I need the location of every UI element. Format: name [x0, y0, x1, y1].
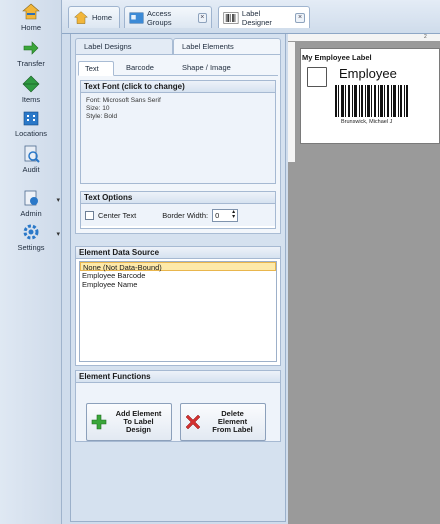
label-name-element[interactable]: Brunswick, Michael J [341, 119, 392, 125]
tab-home[interactable]: Home [68, 6, 120, 28]
text-options-title: Text Options [81, 192, 275, 204]
list-item[interactable]: Employee Name [80, 280, 276, 289]
tab-label-designer[interactable]: Label Designer × [218, 6, 310, 28]
label-canvas[interactable]: My Employee Label Employee Brunswick, Mi… [300, 48, 440, 144]
document-tab-strip: Home Access Groups × Label Designer × [62, 0, 440, 34]
data-source-list[interactable]: None (Not Data-Bound) Employee Barcode E… [79, 261, 277, 362]
tab-access-groups-label: Access Groups [146, 8, 172, 27]
label-shape-element[interactable] [307, 67, 327, 87]
nav-transfer-label: Transfer [17, 59, 45, 68]
tab-label-designs[interactable]: Label Designs [75, 38, 173, 54]
border-width-spinner[interactable]: 0 ▴ ▾ [212, 208, 239, 222]
nav-admin-label: Admin [20, 209, 42, 218]
access-groups-icon [129, 12, 144, 23]
inner-tab-strip: Text Barcode Shape / Image [78, 61, 278, 76]
admin-icon [24, 190, 38, 206]
font-name: Font: Microsoft Sans Serif [86, 97, 161, 104]
add-element-button[interactable]: Add Element To Label Design [86, 403, 172, 441]
list-item[interactable]: Employee Barcode [80, 271, 276, 280]
nav-home[interactable]: Home [0, 2, 62, 32]
tab-label-elements[interactable]: Label Elements [173, 38, 281, 54]
data-source-group: Element Data Source None (Not Data-Bound… [75, 246, 281, 366]
text-font-group[interactable]: Text Font (click to change) Font: Micros… [80, 80, 276, 184]
tab-shape-image[interactable]: Shape / Image [176, 61, 246, 76]
nav-settings[interactable]: ▾ Settings [0, 222, 62, 252]
nav-audit-label: Audit [22, 165, 40, 174]
font-size: Size: 10 [86, 105, 110, 112]
vertical-ruler [288, 42, 296, 162]
data-source-title: Element Data Source [76, 247, 280, 259]
nav-settings-label: Settings [17, 243, 45, 252]
text-options-row: Center Text Border Width: 0 ▴ ▾ [81, 204, 275, 226]
add-element-label: Add Element To Label Design [115, 409, 162, 434]
settings-dropdown-icon[interactable]: ▾ [56, 230, 60, 238]
delete-element-label: Delete Element From Label [212, 409, 253, 434]
text-options-group: Text Options Center Text Border Width: 0… [80, 191, 276, 229]
label-title: My Employee Label [302, 53, 372, 62]
tab-home-label: Home [92, 13, 113, 22]
admin-dropdown-icon[interactable]: ▾ [56, 196, 60, 204]
label-preview-area: 2 My Employee Label Employee Brunswick, … [288, 34, 440, 524]
delete-element-button[interactable]: Delete Element From Label [180, 403, 266, 441]
nav-home-label: Home [20, 23, 41, 32]
nav-locations[interactable]: Locations [0, 108, 62, 138]
outer-tab-strip: Label Designs Label Elements [75, 38, 281, 54]
element-functions-area: Add Element To Label Design Delete Eleme… [76, 383, 280, 441]
tab-access-groups[interactable]: Access Groups × [124, 6, 212, 28]
main-nav: Home Transfer Items Locations Audit ▾ Ad… [0, 0, 62, 524]
border-width-value: 0 [215, 210, 220, 220]
nav-locations-label: Locations [14, 129, 48, 138]
element-functions-title: Element Functions [76, 371, 280, 383]
center-text-checkbox[interactable] [85, 210, 94, 220]
tab-label-designer-label: Label Designer [241, 8, 272, 27]
barcode-icon [223, 11, 239, 24]
nav-items-label: Items [21, 95, 41, 104]
label-text-element[interactable]: Employee [339, 66, 397, 81]
center-text-label: Center Text [98, 210, 137, 220]
transfer-icon [23, 41, 39, 55]
list-item[interactable]: None (Not Data-Bound) [80, 262, 276, 272]
audit-icon [24, 145, 40, 163]
horizontal-ruler: 2 [288, 34, 440, 42]
ruler-mark: 2 [424, 34, 427, 40]
tab-barcode[interactable]: Barcode [120, 61, 168, 76]
label-designer-panel: Label Designs Label Elements Text Barcod… [70, 34, 286, 522]
items-icon [22, 75, 40, 93]
element-functions-group: Element Functions Add Element To Label D… [75, 370, 281, 442]
home-icon [22, 3, 40, 20]
label-elements-pane: Text Barcode Shape / Image Text Font (cl… [75, 54, 281, 234]
font-info[interactable]: Font: Microsoft Sans Serif Size: 10 Styl… [81, 93, 275, 183]
border-width-label: Border Width: [162, 210, 209, 220]
spinner-arrows-icon[interactable]: ▴ ▾ [232, 209, 235, 220]
delete-icon [185, 414, 201, 430]
plus-icon [91, 414, 107, 430]
nav-transfer[interactable]: Transfer [0, 38, 62, 68]
settings-icon [23, 224, 39, 240]
label-barcode-element[interactable] [333, 85, 409, 117]
nav-admin[interactable]: ▾ Admin [0, 188, 62, 218]
nav-items[interactable]: Items [0, 74, 62, 104]
home-icon [73, 10, 89, 24]
locations-icon [23, 111, 39, 126]
close-icon[interactable]: × [197, 12, 208, 23]
nav-audit[interactable]: Audit [0, 144, 62, 174]
tab-text[interactable]: Text [78, 61, 114, 76]
text-font-title[interactable]: Text Font (click to change) [81, 81, 275, 93]
font-style: Style: Bold [86, 113, 118, 120]
close-icon[interactable]: × [295, 12, 305, 23]
